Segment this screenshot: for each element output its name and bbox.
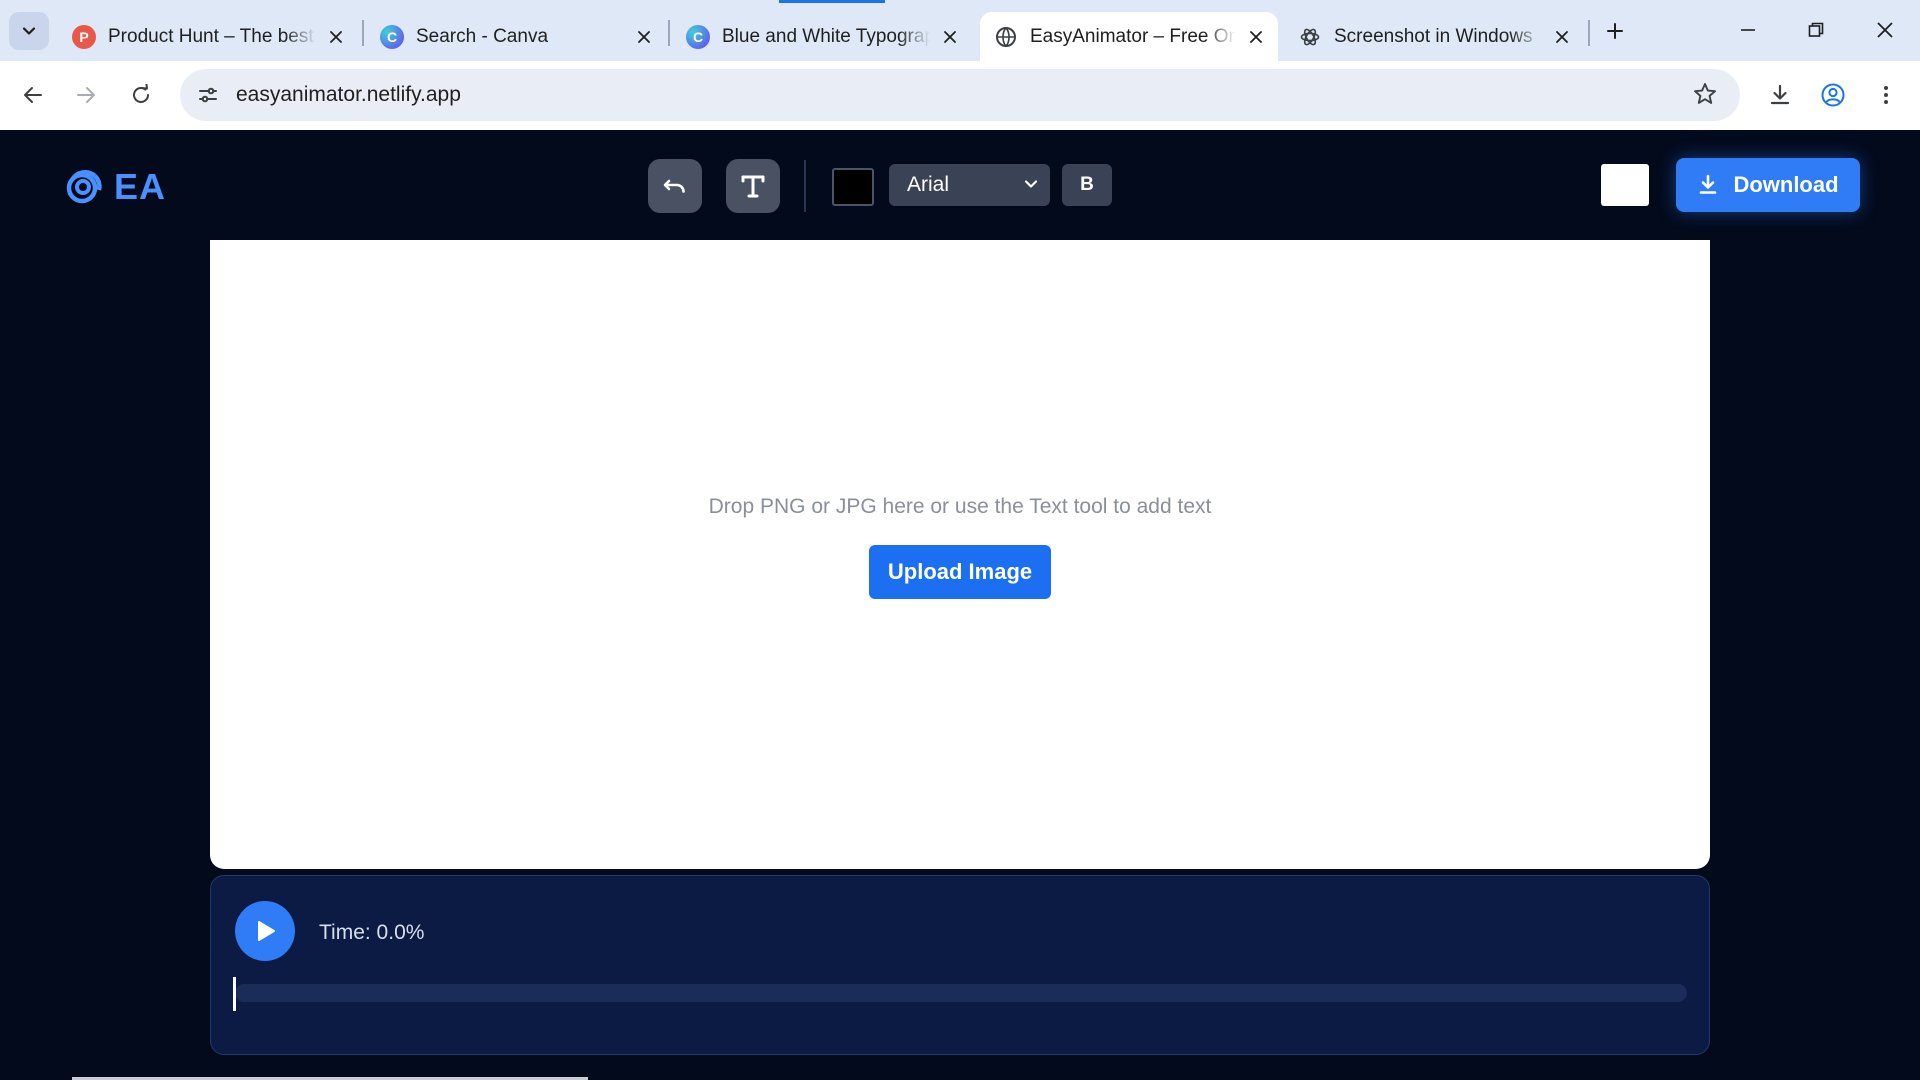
undo-icon	[663, 179, 685, 193]
app-header: EA Arial B Download	[0, 130, 1920, 240]
download-label: Download	[1733, 172, 1839, 197]
close-icon[interactable]	[630, 23, 658, 51]
arrow-right-icon	[77, 87, 95, 103]
tab-search-canva[interactable]: C Search - Canva	[366, 12, 666, 61]
download-icon	[1770, 84, 1790, 105]
chevron-down-icon	[1022, 175, 1040, 199]
tab-title: Screenshot in Windows	[1334, 25, 1533, 47]
canva-icon: C	[686, 24, 710, 49]
url-text: easyanimator.netlify.app	[236, 83, 461, 106]
downloads-button[interactable]	[1760, 75, 1800, 115]
tab-search-button[interactable]	[9, 12, 49, 50]
browser-menu-button[interactable]	[1866, 75, 1906, 115]
product-hunt-icon: P	[72, 24, 96, 49]
bold-toggle-button[interactable]: B	[1062, 164, 1112, 206]
tab-title: Blue and White Typography	[722, 25, 930, 47]
timeline-playhead[interactable]	[233, 977, 236, 1011]
back-button[interactable]	[13, 75, 53, 115]
tab-title: Search - Canva	[416, 25, 549, 47]
bookmark-star-icon[interactable]	[1692, 81, 1718, 112]
timeline-panel: Time: 0.0%	[210, 875, 1710, 1055]
play-button[interactable]	[235, 901, 295, 961]
toolbar-divider	[804, 160, 806, 212]
tab-loading-indicator	[779, 0, 885, 3]
arrow-left-icon	[24, 87, 42, 103]
undo-button[interactable]	[648, 159, 702, 213]
new-tab-button[interactable]	[1597, 14, 1633, 48]
browser-toolbar: easyanimator.netlify.app	[0, 61, 1920, 130]
restore-button[interactable]	[1791, 10, 1841, 50]
app-logo[interactable]: EA	[62, 166, 166, 208]
globe-icon	[994, 25, 1018, 49]
openai-icon	[1298, 25, 1322, 49]
address-bar[interactable]: easyanimator.netlify.app	[180, 69, 1740, 121]
browser-tabstrip: P Product Hunt – The best new products C…	[0, 0, 1920, 61]
font-family-select[interactable]: Arial	[889, 164, 1050, 206]
tab-separator	[668, 20, 670, 46]
bottom-edge	[0, 1076, 1920, 1080]
forward-button[interactable]	[66, 75, 106, 115]
tab-title: Product Hunt – The best new products	[108, 25, 316, 47]
close-window-button[interactable]	[1860, 10, 1910, 50]
canvas-hint-text: Drop PNG or JPG here or use the Text too…	[708, 495, 1212, 518]
reload-button[interactable]	[121, 75, 161, 115]
site-info-icon[interactable]	[188, 75, 228, 115]
download-button[interactable]: Download	[1676, 158, 1860, 212]
tab-product-hunt[interactable]: P Product Hunt – The best new products	[58, 12, 358, 61]
background-color-picker[interactable]	[1601, 164, 1649, 206]
profile-button[interactable]	[1813, 75, 1853, 115]
tab-easyanimator[interactable]: EasyAnimator – Free Online	[980, 12, 1278, 61]
time-readout: Time: 0.0%	[319, 921, 425, 944]
download-icon	[1697, 174, 1719, 196]
minimize-button[interactable]	[1723, 10, 1773, 50]
tab-blue-white-typography[interactable]: C Blue and White Typography	[672, 12, 972, 61]
tab-title: EasyAnimator – Free Online	[1030, 25, 1236, 47]
reload-icon	[133, 84, 149, 103]
rings-logo-icon	[66, 170, 102, 204]
more-vertical-icon	[1884, 86, 1888, 104]
logo-text: EA	[114, 166, 167, 207]
chevron-down-icon	[22, 27, 36, 35]
text-tool-icon	[741, 175, 765, 198]
restore-icon	[1808, 22, 1824, 37]
canva-icon: C	[380, 24, 404, 49]
upload-image-button[interactable]: Upload Image	[869, 545, 1051, 599]
profile-icon	[1821, 83, 1845, 107]
editor-canvas[interactable]: Drop PNG or JPG here or use the Text too…	[210, 240, 1710, 869]
tab-separator	[362, 20, 364, 46]
timeline-scrubber[interactable]	[233, 977, 1687, 1011]
close-icon[interactable]	[322, 23, 350, 51]
close-icon[interactable]	[936, 23, 964, 51]
tab-screenshot-windows[interactable]: Screenshot in Windows	[1284, 12, 1584, 61]
font-select-value: Arial	[907, 173, 950, 196]
close-icon[interactable]	[1548, 23, 1576, 51]
plus-icon	[1607, 23, 1623, 39]
tab-separator	[1588, 20, 1590, 46]
minimize-icon	[1741, 29, 1755, 31]
close-icon	[1877, 22, 1893, 38]
close-icon[interactable]	[1242, 23, 1270, 51]
play-icon	[258, 921, 275, 941]
text-tool-button[interactable]	[726, 159, 780, 213]
text-color-picker[interactable]	[832, 168, 874, 206]
